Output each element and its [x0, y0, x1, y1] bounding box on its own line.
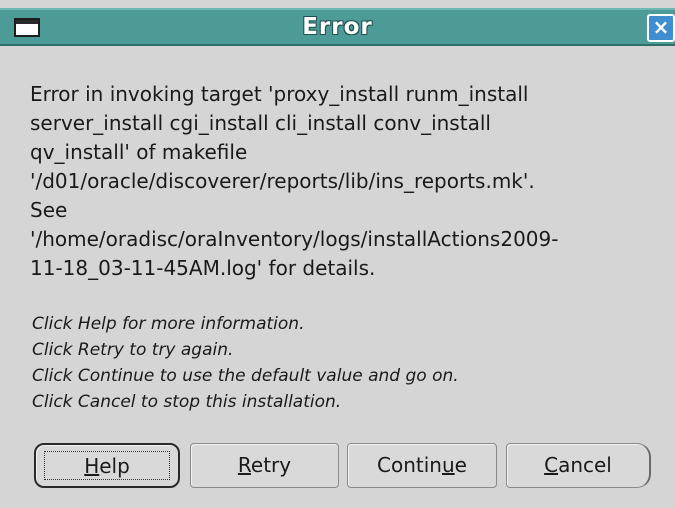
hint-line: Click Help for more information.	[32, 314, 305, 334]
retry-button[interactable]: Retry	[190, 443, 339, 488]
message-line: See	[30, 198, 68, 222]
hint-line: Click Continue to use the default value …	[32, 366, 459, 386]
cancel-button[interactable]: Cancel	[506, 443, 651, 488]
help-button[interactable]: Help	[34, 443, 180, 488]
cancel-button-label: Cancel	[544, 453, 612, 477]
instructions: Click Help for more information. Click R…	[32, 311, 672, 415]
error-message: Error in invoking target 'proxy_install …	[30, 80, 670, 283]
close-icon[interactable]: ×	[647, 14, 675, 42]
button-row: Help Retry Continue Cancel	[0, 443, 675, 495]
message-line: '/home/oradisc/oraInventory/logs/install…	[30, 227, 559, 251]
continue-button-label: Continue	[377, 453, 467, 477]
continue-button[interactable]: Continue	[347, 443, 497, 488]
title-bar[interactable]: Error ×	[0, 8, 675, 46]
hint-line: Click Retry to try again.	[32, 340, 234, 360]
hint-line: Click Cancel to stop this installation.	[32, 392, 342, 412]
error-dialog: Error × Error in invoking target 'proxy_…	[0, 0, 675, 508]
message-line: server_install cgi_install cli_install c…	[30, 111, 491, 135]
message-line: qv_install' of makefile	[30, 140, 248, 164]
message-line: '/d01/oracle/discoverer/reports/lib/ins_…	[30, 169, 535, 193]
retry-button-label: Retry	[237, 453, 292, 477]
help-button-label: Help	[84, 454, 130, 478]
window-title: Error	[302, 14, 373, 40]
message-line: Error in invoking target 'proxy_install …	[30, 82, 529, 106]
message-line: 11-18_03-11-45AM.log' for details.	[30, 256, 376, 280]
